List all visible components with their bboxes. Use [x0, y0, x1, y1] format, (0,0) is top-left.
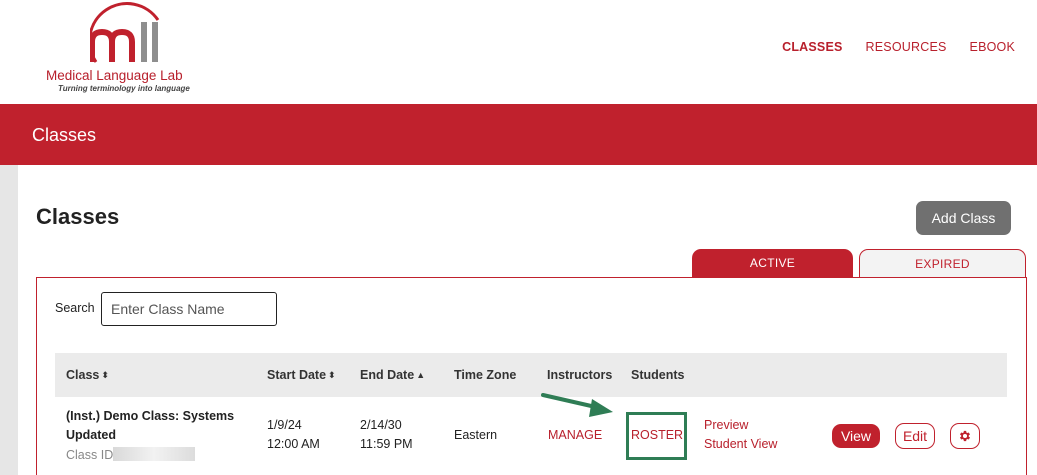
top-header: Medical Language Lab Turning terminology… — [0, 0, 1037, 104]
view-button[interactable]: View — [832, 424, 880, 448]
column-header-time-zone: Time Zone — [454, 368, 517, 382]
tab-expired[interactable]: EXPIRED — [859, 249, 1026, 278]
table-header: Class ⬍ Start Date ⬍ End Date ▲ Time Zone I… — [55, 353, 1007, 397]
time-zone: Eastern — [454, 428, 498, 442]
gear-icon — [959, 430, 971, 442]
start-time: 12:00 AM — [267, 437, 320, 451]
brand-tagline: Turning terminology into language — [58, 84, 190, 93]
top-nav: CLASSES RESOURCES EBOOK — [782, 40, 1015, 54]
page-banner: Classes — [0, 104, 1037, 165]
left-gutter — [0, 165, 18, 475]
search-input[interactable] — [101, 292, 277, 326]
class-name: (Inst.) Demo Class: Systems Updated — [66, 409, 235, 442]
edit-button[interactable]: Edit — [895, 423, 935, 449]
search-label: Search — [55, 301, 95, 315]
preview-student-view-link[interactable]: Preview Student View — [704, 416, 777, 454]
brand-logo[interactable]: Medical Language Lab Turning terminology… — [44, 2, 214, 96]
settings-button[interactable] — [950, 423, 980, 449]
student-view-label: Student View — [704, 437, 778, 451]
mll-logo-icon — [90, 2, 160, 63]
sort-both-icon[interactable]: ⬍ — [328, 370, 336, 380]
nav-resources[interactable]: RESOURCES — [866, 40, 947, 54]
start-date: 1/9/24 — [267, 418, 302, 432]
column-header-end-date[interactable]: End Date ▲ — [360, 368, 425, 382]
brand-name: Medical Language Lab — [46, 68, 183, 83]
end-date: 2/14/30 — [360, 418, 402, 432]
column-header-instructors: Instructors — [547, 368, 613, 382]
annotation-arrow-icon — [541, 393, 613, 417]
class-id-redacted — [113, 447, 195, 461]
tab-active[interactable]: ACTIVE — [692, 249, 853, 278]
manage-instructors-link[interactable]: MANAGE — [548, 426, 602, 445]
column-header-students: Students — [631, 368, 685, 382]
column-header-class[interactable]: Class ⬍ — [66, 368, 109, 382]
sort-both-icon[interactable]: ⬍ — [101, 370, 109, 380]
add-class-button[interactable]: Add Class — [916, 201, 1011, 235]
nav-classes[interactable]: CLASSES — [782, 40, 842, 54]
column-header-start-date[interactable]: Start Date ⬍ — [267, 368, 336, 382]
end-time: 11:59 PM — [360, 437, 413, 451]
preview-label: Preview — [704, 418, 749, 432]
page-title: Classes — [36, 204, 120, 229]
sort-asc-icon[interactable]: ▲ — [416, 370, 425, 380]
nav-ebook[interactable]: EBOOK — [970, 40, 1015, 54]
class-id-label: Class ID: — [66, 448, 117, 462]
banner-title: Classes — [32, 125, 97, 145]
roster-link[interactable]: ROSTER — [631, 426, 683, 445]
